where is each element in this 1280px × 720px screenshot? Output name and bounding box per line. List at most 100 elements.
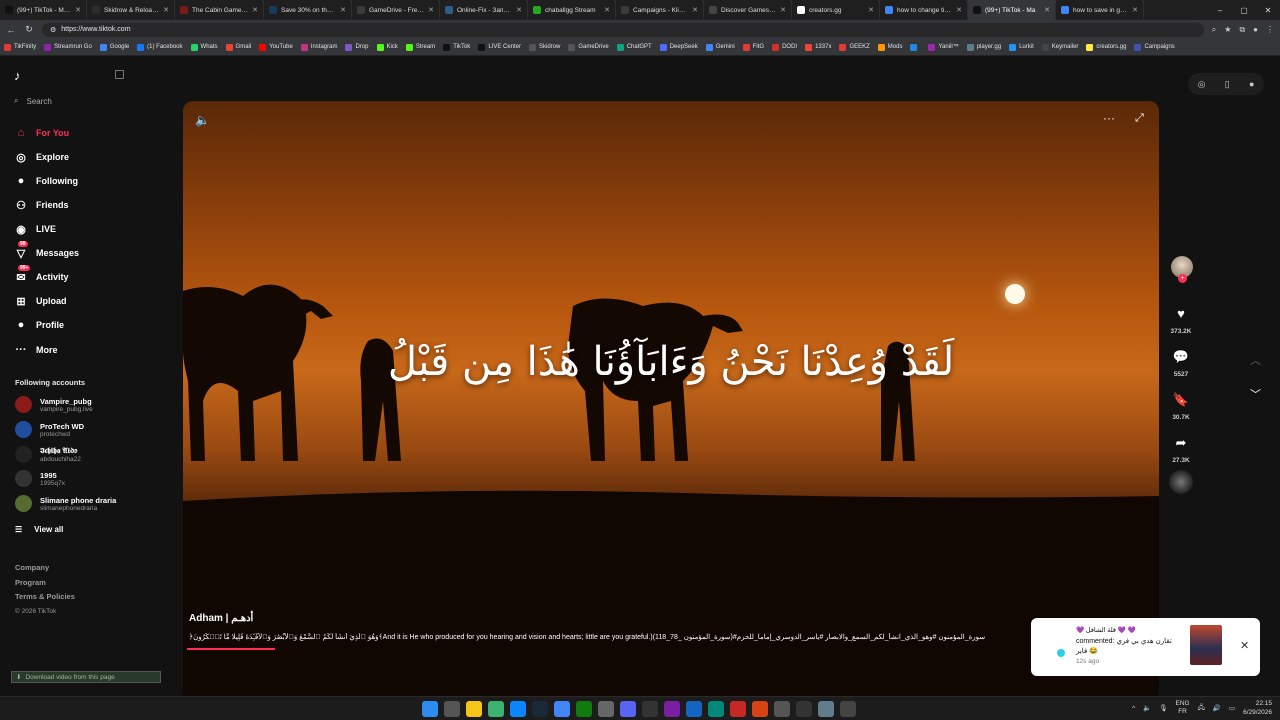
video-author[interactable]: Adham | أدهـم — [189, 613, 253, 624]
bookmark-item[interactable]: TikTok — [443, 43, 470, 51]
bookmark-item[interactable]: FitG — [742, 43, 764, 51]
tab-close-icon[interactable]: ✕ — [75, 6, 81, 14]
browser-tab[interactable]: (99+) TikTok - Ma ✕ — [968, 0, 1056, 20]
sidebar-item-following[interactable]: ● Following — [14, 174, 78, 188]
file-explorer-icon[interactable] — [466, 701, 482, 717]
browser-tab[interactable]: creators.gg ✕ — [792, 0, 880, 20]
video-player[interactable]: 🔈 ··· ⤢ لَقَدْ وُعِدْنَا نَحْنُ وَءَابَآ… — [183, 101, 1159, 701]
search-input[interactable]: ⌕ Search — [14, 96, 52, 106]
bookmark-item[interactable]: DeepSeek — [659, 43, 698, 51]
collapse-sidebar-icon[interactable] — [115, 70, 124, 79]
user-avatar-icon[interactable]: ● — [1249, 79, 1254, 89]
bookmark-item[interactable]: Yaniil™ — [928, 43, 959, 51]
volume-icon[interactable]: 🔈 — [195, 113, 210, 127]
app-dark-icon[interactable] — [642, 701, 658, 717]
app-red2-icon[interactable] — [752, 701, 768, 717]
browser-tab[interactable]: Skidrow & Reloaded G✕ — [87, 0, 175, 20]
bookmark-item[interactable]: Keymailer — [1041, 43, 1078, 51]
video-more-options-icon[interactable]: ··· — [1103, 111, 1115, 125]
bookmark-item[interactable]: 1337x — [805, 43, 831, 51]
minimize-button[interactable]: – — [1208, 6, 1232, 15]
start-icon[interactable] — [422, 701, 438, 717]
like-button[interactable]: ♥ 373.2K — [1165, 306, 1197, 335]
tab-close-icon[interactable]: ✕ — [516, 6, 522, 14]
settings-icon[interactable] — [818, 701, 834, 717]
comment-button[interactable]: 💬 5527 — [1165, 349, 1197, 378]
browser-tab[interactable]: how to save in god of ✕ — [1056, 0, 1144, 20]
xbox-icon[interactable] — [576, 701, 592, 717]
bookmark-item[interactable]: Campaigns — [1134, 43, 1175, 51]
sidebar-item-friends[interactable]: ⚇ Friends — [14, 198, 68, 212]
browser-tab[interactable]: Discover Games with ✕ — [704, 0, 792, 20]
sidebar-item-messages[interactable]: ▽ 98 Messages — [14, 241, 79, 260]
bookmark-item[interactable]: Drop — [345, 43, 369, 51]
sidebar-item-explore[interactable]: ◎ Explore — [14, 150, 69, 164]
music-disc-icon[interactable] — [1169, 470, 1193, 494]
tray-chevron-icon[interactable]: ^ — [1132, 705, 1135, 712]
app-circle-icon[interactable] — [598, 701, 614, 717]
chrome-icon[interactable] — [554, 701, 570, 717]
share-button[interactable]: ➦ 27.3K — [1165, 435, 1197, 464]
tab-close-icon[interactable]: ✕ — [1132, 6, 1138, 14]
following-account[interactable]: 𝕴𝖈𝖍𝖎𝖍𝖆 𝔄𝔟𝔡𝔬 abdouchiha22 — [15, 446, 81, 463]
coins-icon[interactable]: ◎ — [1198, 79, 1206, 90]
bookmark-button[interactable]: 🔖 30.7K — [1165, 392, 1197, 421]
following-account[interactable]: ProTech WD protechwd — [15, 421, 84, 438]
browser-tab[interactable]: Save 30% on the cabi ✕ — [264, 0, 352, 20]
mic-icon[interactable]: 🎙 — [1159, 704, 1167, 712]
bookmark-item[interactable]: (1) Facebook — [137, 43, 183, 51]
app-purple-icon[interactable] — [664, 701, 680, 717]
extensions-icon[interactable]: ⧉ — [1239, 25, 1245, 35]
close-window-button[interactable]: ✕ — [1256, 6, 1280, 15]
tab-close-icon[interactable]: ✕ — [252, 6, 258, 14]
tab-close-icon[interactable]: ✕ — [1044, 6, 1050, 14]
bookmark-item[interactable]: Kick — [376, 43, 398, 51]
speaker-icon[interactable]: 🔈 — [1143, 704, 1151, 712]
footer-company-link[interactable]: Company — [15, 561, 75, 576]
tab-close-icon[interactable]: ✕ — [340, 6, 346, 14]
site-info-icon[interactable]: ⚙ — [50, 26, 56, 34]
bookmark-item[interactable]: Instagram — [300, 43, 337, 51]
profile-icon[interactable]: ● — [1253, 25, 1258, 35]
lens-icon[interactable]: ⌕ — [1212, 25, 1216, 35]
bookmark-item[interactable]: player.gg — [966, 43, 1001, 51]
reload-icon[interactable]: ↻ — [24, 24, 34, 35]
bookmark-item[interactable]: Mods — [877, 43, 902, 51]
chevron-down-icon[interactable]: ﹀ — [1250, 386, 1261, 402]
follow-plus-icon[interactable]: + — [1178, 274, 1187, 283]
bookmark-item[interactable] — [910, 43, 920, 51]
url-field[interactable]: ⚙ https://www.tiktok.com — [42, 22, 1204, 37]
download-video-bar[interactable]: ⬇ Download video from this page — [11, 671, 161, 683]
maximize-button[interactable]: ▢ — [1232, 6, 1256, 15]
bookmark-item[interactable]: ChatGPT — [616, 43, 652, 51]
sidebar-item-for-you[interactable]: ⌂ For You — [14, 126, 70, 140]
comment-notification[interactable]: 💜 💜 قلة الشافل 💜 commented: تقارن هدي بي… — [1031, 618, 1260, 676]
app-blue-icon[interactable] — [686, 701, 702, 717]
footer-terms-link[interactable]: Terms & Policies — [15, 590, 75, 605]
tab-close-icon[interactable]: ✕ — [428, 6, 434, 14]
obs-icon[interactable] — [796, 701, 812, 717]
bookmark-item[interactable]: TikFinity — [4, 43, 36, 51]
tab-close-icon[interactable]: ✕ — [868, 6, 874, 14]
search-icon[interactable] — [444, 701, 460, 717]
sidebar-item-upload[interactable]: ⊞ Upload — [14, 294, 66, 308]
tab-close-icon[interactable]: ✕ — [604, 6, 610, 14]
tiktok-logo-icon[interactable]: ♪ — [14, 68, 28, 84]
close-icon[interactable]: ✕ — [1240, 639, 1249, 652]
tab-close-icon[interactable]: ✕ — [163, 6, 169, 14]
tab-close-icon[interactable]: ✕ — [780, 6, 786, 14]
browser-tab[interactable]: Campaigns - Klipeak ✕ — [616, 0, 704, 20]
sidebar-item-live[interactable]: ◉ LIVE — [14, 222, 56, 236]
edge-icon[interactable] — [510, 701, 526, 717]
steam-icon[interactable] — [532, 701, 548, 717]
star-icon[interactable]: ★ — [1224, 25, 1231, 35]
sidebar-item-more[interactable]: ··· More — [14, 343, 58, 357]
device-icon[interactable]: ▯ — [1225, 79, 1230, 90]
app-red-icon[interactable] — [730, 701, 746, 717]
video-progress-bar[interactable] — [187, 648, 275, 650]
bookmark-item[interactable]: Streamrun Go — [44, 43, 92, 51]
app-teal-icon[interactable] — [708, 701, 724, 717]
footer-program-link[interactable]: Program — [15, 576, 75, 591]
language-indicator[interactable]: ENG FR — [1175, 700, 1189, 716]
bookmark-item[interactable]: Skidrow — [529, 43, 560, 51]
